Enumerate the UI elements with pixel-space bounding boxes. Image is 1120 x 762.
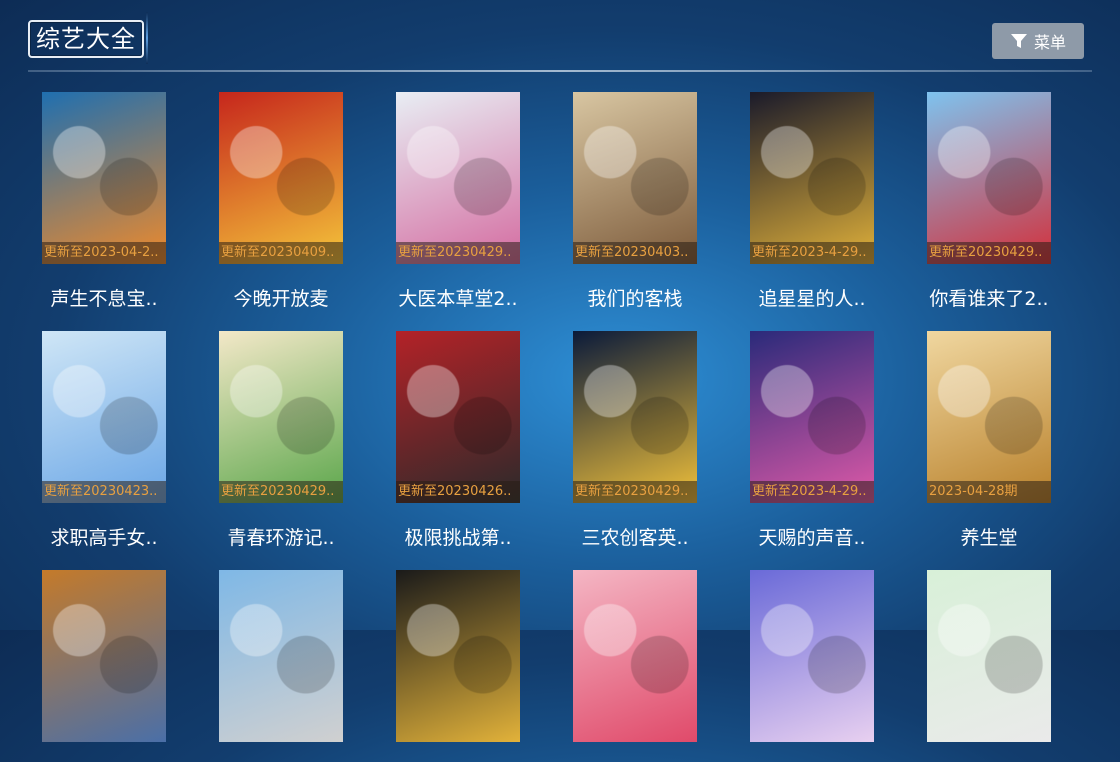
update-badge: 更新至20230403..: [573, 242, 697, 264]
show-poster: 更新至2023-4-29..: [750, 331, 874, 503]
show-title: 追星星的人..: [758, 288, 866, 310]
show-card[interactable]: 更新至2023-4-29.. 追星星的人..: [750, 92, 874, 311]
show-title: 养生堂: [960, 527, 1018, 549]
show-poster: 更新至20230429..: [219, 331, 343, 503]
poster-art: [927, 92, 1051, 264]
update-badge: 更新至20230423..: [42, 481, 166, 503]
menu-label: 菜单: [1033, 33, 1066, 52]
poster-art: [42, 331, 166, 503]
show-title: 三农创客英..: [581, 527, 689, 549]
show-card[interactable]: [573, 570, 697, 762]
show-poster: 更新至2023-04-2..: [42, 92, 166, 264]
update-badge: 更新至2023-4-29..: [750, 481, 874, 503]
show-title: 声生不息宝..: [50, 288, 158, 310]
poster-art: [219, 331, 343, 503]
show-poster: 更新至20230429..: [396, 92, 520, 264]
show-title: 极限挑战第..: [404, 527, 512, 549]
poster-art: [750, 92, 874, 264]
show-card[interactable]: 更新至20230429.. 你看谁来了2..: [927, 92, 1051, 311]
poster-art: [42, 92, 166, 264]
update-badge: 更新至20230429..: [396, 242, 520, 264]
show-title: 青春环游记..: [227, 527, 335, 549]
poster-art: [219, 92, 343, 264]
update-badge: 更新至20230429..: [927, 242, 1051, 264]
show-card[interactable]: [750, 570, 874, 762]
show-card[interactable]: 2023-04-28期 养生堂: [927, 331, 1051, 550]
poster-art: [750, 331, 874, 503]
show-card[interactable]: 更新至20230429.. 大医本草堂2..: [396, 92, 520, 311]
poster-art: [927, 570, 1051, 742]
show-card[interactable]: 更新至20230403.. 我们的客栈: [573, 92, 697, 311]
show-poster: [927, 570, 1051, 742]
show-title: 今晚开放麦: [233, 288, 329, 310]
header: 综艺大全 菜单: [0, 0, 1120, 72]
poster-art: [42, 570, 166, 742]
poster-art: [573, 92, 697, 264]
show-card[interactable]: [42, 570, 166, 762]
show-card[interactable]: [219, 570, 343, 762]
poster-art: [396, 570, 520, 742]
show-card[interactable]: 更新至20230429.. 青春环游记..: [219, 331, 343, 550]
update-badge: 2023-04-28期: [927, 481, 1051, 503]
show-card[interactable]: 更新至20230409.. 今晚开放麦: [219, 92, 343, 311]
poster-art: [573, 331, 697, 503]
show-card[interactable]: [396, 570, 520, 762]
show-card[interactable]: 更新至20230426.. 极限挑战第..: [396, 331, 520, 550]
show-poster: 更新至20230429..: [927, 92, 1051, 264]
update-badge: 更新至20230426..: [396, 481, 520, 503]
header-divider: [28, 70, 1092, 72]
show-poster: [573, 570, 697, 742]
update-badge: 更新至20230409..: [219, 242, 343, 264]
poster-art: [573, 570, 697, 742]
show-card[interactable]: 更新至2023-04-2.. 声生不息宝..: [42, 92, 166, 311]
update-badge: 更新至20230429..: [219, 481, 343, 503]
show-card[interactable]: 更新至20230423.. 求职高手女..: [42, 331, 166, 550]
show-poster: 更新至20230403..: [573, 92, 697, 264]
show-card[interactable]: 更新至2023-4-29.. 天赐的声音..: [750, 331, 874, 550]
poster-art: [750, 570, 874, 742]
show-poster: 更新至20230429..: [573, 331, 697, 503]
show-poster: [750, 570, 874, 742]
show-poster: [219, 570, 343, 742]
poster-art: [396, 331, 520, 503]
show-card[interactable]: [927, 570, 1051, 762]
update-badge: 更新至2023-4-29..: [750, 242, 874, 264]
title-divider: [146, 12, 148, 64]
show-poster: [42, 570, 166, 742]
page-title: 综艺大全: [28, 20, 144, 58]
update-badge: 更新至2023-04-2..: [42, 242, 166, 264]
poster-art: [219, 570, 343, 742]
menu-button[interactable]: 菜单: [992, 23, 1084, 59]
show-poster: 2023-04-28期: [927, 331, 1051, 503]
poster-art: [927, 331, 1051, 503]
show-poster: [396, 570, 520, 742]
show-poster: 更新至20230423..: [42, 331, 166, 503]
show-title: 我们的客栈: [587, 288, 683, 310]
filter-icon: [1010, 34, 1027, 48]
poster-art: [396, 92, 520, 264]
show-poster: 更新至20230409..: [219, 92, 343, 264]
show-card[interactable]: 更新至20230429.. 三农创客英..: [573, 331, 697, 550]
show-poster: 更新至20230426..: [396, 331, 520, 503]
show-title: 大医本草堂2..: [398, 288, 518, 310]
show-title: 天赐的声音..: [758, 527, 866, 549]
show-poster: 更新至2023-4-29..: [750, 92, 874, 264]
update-badge: 更新至20230429..: [573, 481, 697, 503]
show-title: 你看谁来了2..: [929, 288, 1049, 310]
show-title: 求职高手女..: [50, 527, 158, 549]
